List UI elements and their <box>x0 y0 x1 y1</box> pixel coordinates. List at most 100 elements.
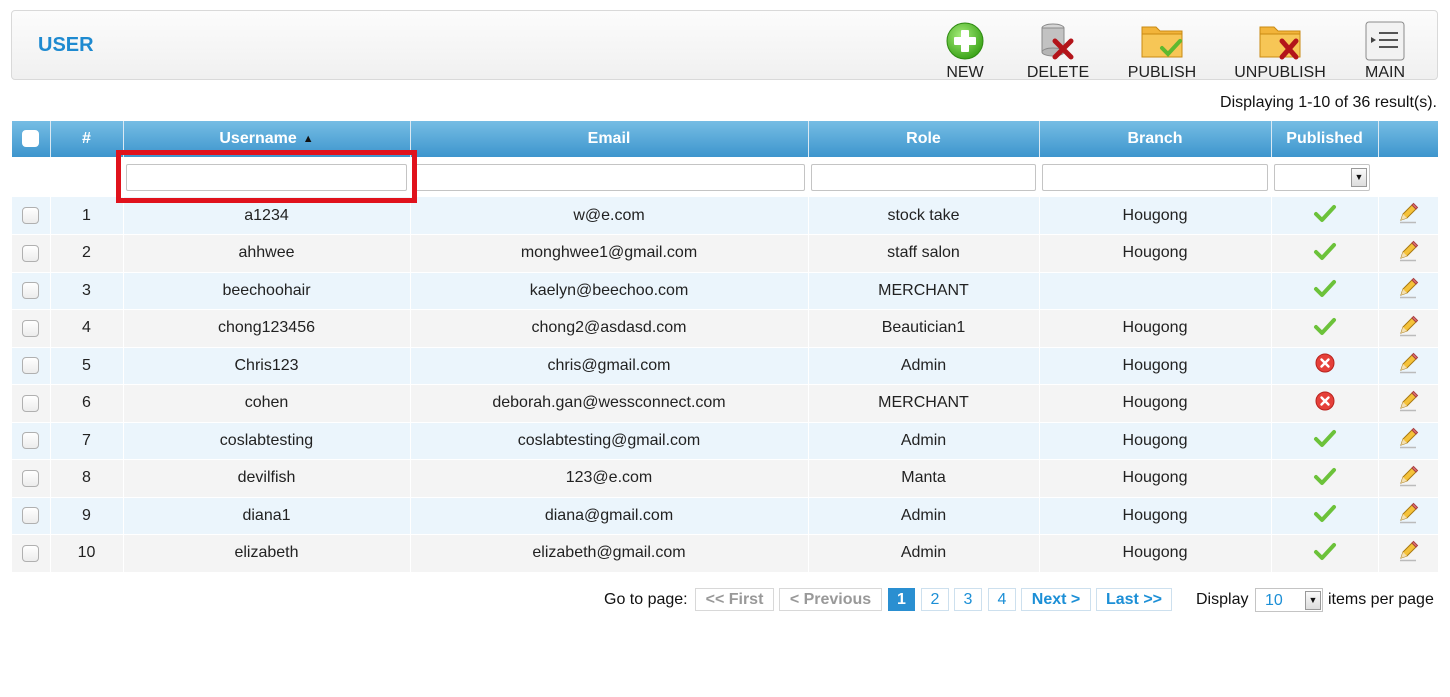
column-header-username-label: Username <box>219 130 297 147</box>
username-cell: ahhwee <box>123 234 411 273</box>
table-row[interactable]: 8 devilfish 123@e.com Manta Hougong <box>12 459 1439 498</box>
page-3-button[interactable]: 3 <box>954 588 982 611</box>
select-all-checkbox[interactable] <box>22 130 40 148</box>
new-button[interactable]: NEW <box>933 17 997 81</box>
row-checkbox[interactable] <box>22 432 40 450</box>
published-cell[interactable] <box>1271 459 1379 498</box>
main-button[interactable]: MAIN <box>1358 17 1412 81</box>
column-header-role[interactable]: Role <box>808 121 1040 157</box>
table-row[interactable]: 4 chong123456 chong2@asdasd.com Beautician1… <box>12 309 1439 348</box>
published-check-icon[interactable] <box>1313 205 1337 227</box>
username-filter-input[interactable] <box>126 163 407 191</box>
items-per-page-value: 10 <box>1265 592 1283 609</box>
published-cell[interactable] <box>1271 384 1379 423</box>
row-checkbox[interactable] <box>22 357 40 375</box>
edit-cell[interactable] <box>1378 272 1439 310</box>
edit-cell[interactable] <box>1378 497 1439 535</box>
edit-pencil-icon[interactable] <box>1397 465 1419 491</box>
table-row[interactable]: 10 elizabeth elizabeth@gmail.com Admin Hougo… <box>12 534 1439 573</box>
unpublished-cross-icon[interactable] <box>1315 353 1335 377</box>
email-filter-input[interactable] <box>413 163 805 191</box>
published-cell[interactable] <box>1271 309 1379 348</box>
unpublish-button[interactable]: UNPUBLISH <box>1230 17 1330 81</box>
previous-page-button[interactable]: < Previous <box>779 588 882 611</box>
published-cell[interactable] <box>1271 272 1379 310</box>
username-cell: diana1 <box>123 497 411 535</box>
email-cell: chong2@asdasd.com <box>410 309 809 348</box>
branch-cell: Hougong <box>1039 234 1272 273</box>
table-row[interactable]: 6 cohen deborah.gan@wessconnect.com MERCHAN… <box>12 384 1439 423</box>
row-checkbox[interactable] <box>22 394 40 412</box>
published-check-icon[interactable] <box>1313 542 1337 565</box>
edit-pencil-icon[interactable] <box>1397 240 1419 266</box>
column-header-published[interactable]: Published <box>1271 121 1379 157</box>
edit-cell[interactable] <box>1378 534 1439 573</box>
delete-button[interactable]: DELETE <box>1020 17 1096 81</box>
edit-cell[interactable] <box>1378 309 1439 348</box>
published-cell[interactable] <box>1271 497 1379 535</box>
table-row[interactable]: 1 a1234 w@e.com stock take Hougong <box>12 197 1439 235</box>
published-cell[interactable] <box>1271 197 1379 235</box>
main-menu-icon <box>1364 21 1406 61</box>
last-page-button[interactable]: Last >> <box>1096 588 1172 611</box>
select-all-header[interactable] <box>12 121 51 157</box>
edit-cell[interactable] <box>1378 422 1439 460</box>
published-cell[interactable] <box>1271 534 1379 573</box>
edit-pencil-icon[interactable] <box>1397 540 1419 566</box>
edit-pencil-icon[interactable] <box>1397 428 1419 453</box>
branch-filter-input[interactable] <box>1042 163 1268 191</box>
column-header-branch[interactable]: Branch <box>1039 121 1272 157</box>
row-checkbox[interactable] <box>22 544 40 562</box>
edit-pencil-icon[interactable] <box>1397 390 1419 416</box>
username-cell: beechoohair <box>123 272 411 310</box>
edit-pencil-icon[interactable] <box>1397 315 1419 341</box>
column-header-email[interactable]: Email <box>410 121 809 157</box>
table-row[interactable]: 2 ahhwee monghwee1@gmail.com staff salon Hou… <box>12 234 1439 273</box>
items-per-page-select[interactable]: 10 ▼ <box>1255 588 1323 612</box>
published-cell[interactable] <box>1271 422 1379 460</box>
publish-button[interactable]: PUBLISH <box>1118 17 1206 81</box>
table-row[interactable]: 7 coslabtesting coslabtesting@gmail.com Adm… <box>12 422 1439 460</box>
row-number: 10 <box>50 534 124 573</box>
edit-pencil-icon[interactable] <box>1397 202 1419 228</box>
email-cell: deborah.gan@wessconnect.com <box>410 384 809 423</box>
published-check-icon[interactable] <box>1313 317 1337 340</box>
page-2-button[interactable]: 2 <box>921 588 949 611</box>
row-checkbox[interactable] <box>22 282 40 300</box>
email-cell: 123@e.com <box>410 459 809 498</box>
row-checkbox[interactable] <box>22 507 40 525</box>
table-row[interactable]: 3 beechoohair kaelyn@beechoo.com MERCHANT <box>12 272 1439 310</box>
page-1-button[interactable]: 1 <box>888 588 915 611</box>
edit-pencil-icon[interactable] <box>1397 278 1419 303</box>
unpublished-cross-icon[interactable] <box>1315 391 1335 415</box>
published-check-icon[interactable] <box>1313 467 1337 490</box>
row-checkbox[interactable] <box>22 469 40 487</box>
first-page-button[interactable]: << First <box>695 588 774 611</box>
table-row[interactable]: 9 diana1 diana@gmail.com Admin Hougong <box>12 497 1439 535</box>
edit-pencil-icon[interactable] <box>1397 503 1419 528</box>
edit-cell[interactable] <box>1378 234 1439 273</box>
published-check-icon[interactable] <box>1313 280 1337 302</box>
publish-label: PUBLISH <box>1127 64 1197 81</box>
edit-cell[interactable] <box>1378 197 1439 235</box>
column-header-username[interactable]: Username ▲ <box>123 121 411 157</box>
edit-cell[interactable] <box>1378 347 1439 385</box>
published-cell[interactable] <box>1271 234 1379 273</box>
edit-cell[interactable] <box>1378 384 1439 423</box>
published-cell[interactable] <box>1271 347 1379 385</box>
row-checkbox[interactable] <box>22 206 40 224</box>
published-filter-select[interactable]: ▼ <box>1274 163 1370 191</box>
published-check-icon[interactable] <box>1313 430 1337 452</box>
table-row[interactable]: 5 Chris123 chris@gmail.com Admin Hougong <box>12 347 1439 385</box>
page-4-button[interactable]: 4 <box>988 588 1016 611</box>
edit-pencil-icon[interactable] <box>1397 353 1419 378</box>
edit-cell[interactable] <box>1378 459 1439 498</box>
row-checkbox[interactable] <box>22 319 40 337</box>
published-check-icon[interactable] <box>1313 242 1337 265</box>
next-page-button[interactable]: Next > <box>1021 588 1091 611</box>
published-check-icon[interactable] <box>1313 505 1337 527</box>
email-cell: coslabtesting@gmail.com <box>410 422 809 460</box>
row-checkbox[interactable] <box>22 244 40 262</box>
role-filter-input[interactable] <box>811 163 1036 191</box>
role-cell: Admin <box>808 534 1040 573</box>
